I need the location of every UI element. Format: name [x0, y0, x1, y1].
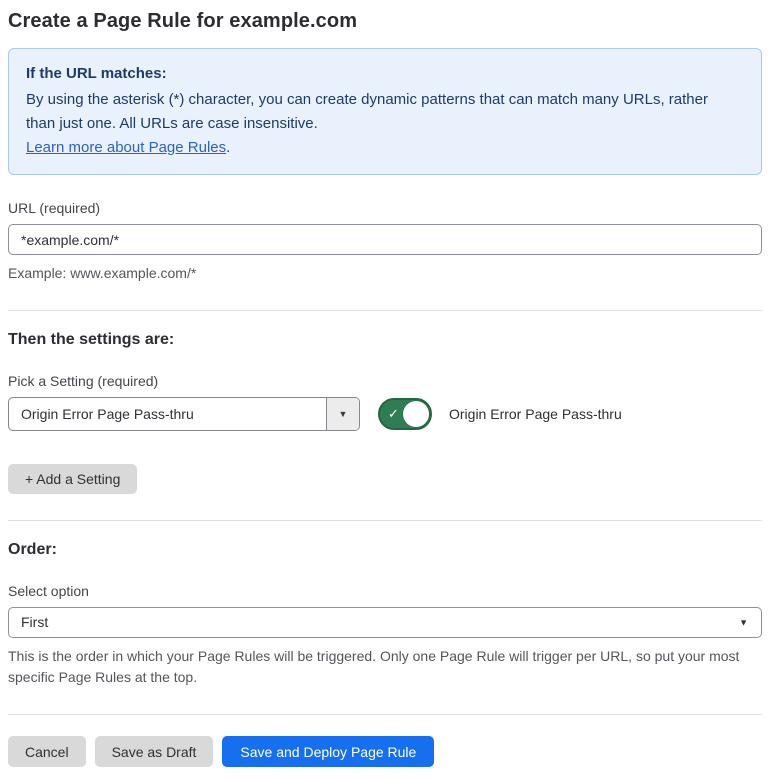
- url-field-group: URL (required) Example: www.example.com/…: [8, 200, 762, 284]
- setting-dropdown-value: Origin Error Page Pass-thru: [21, 406, 194, 422]
- chevron-down-icon: ▼: [739, 617, 748, 627]
- chevron-down-icon: ▼: [338, 408, 348, 419]
- page-title: Create a Page Rule for example.com: [8, 10, 358, 32]
- section-divider: [8, 714, 762, 715]
- select-option-label: Select option: [8, 583, 89, 599]
- setting-row: Origin Error Page Pass-thru ▼ ✓ Origin E…: [8, 397, 762, 431]
- setting-toggle[interactable]: ✓: [378, 398, 432, 430]
- order-section-heading: Order:: [8, 541, 57, 558]
- setting-dropdown[interactable]: Origin Error Page Pass-thru ▼: [8, 397, 360, 431]
- section-divider: [8, 520, 762, 521]
- url-match-info-box: If the URL matches: By using the asteris…: [8, 48, 762, 175]
- cancel-button[interactable]: Cancel: [8, 736, 86, 767]
- add-setting-button[interactable]: + Add a Setting: [8, 464, 138, 494]
- footer-actions: Cancel Save as Draft Save and Deploy Pag…: [8, 736, 762, 767]
- url-label: URL (required): [8, 200, 101, 216]
- dropdown-arrow-button[interactable]: ▼: [326, 398, 359, 430]
- order-select[interactable]: First ▼: [8, 607, 762, 638]
- settings-section-heading: Then the settings are:: [8, 331, 175, 348]
- create-page-rule-form: Create a Page Rule for example.com If th…: [0, 0, 770, 779]
- section-divider: [8, 310, 762, 311]
- order-helper-text: This is the order in which your Page Rul…: [8, 648, 740, 685]
- toggle-knob: [403, 401, 429, 427]
- save-draft-button[interactable]: Save as Draft: [94, 736, 214, 767]
- check-icon: ✓: [388, 406, 399, 421]
- save-deploy-button[interactable]: Save and Deploy Page Rule: [222, 736, 435, 767]
- url-input[interactable]: [8, 224, 762, 255]
- info-box-body: By using the asterisk (*) character, you…: [26, 91, 708, 132]
- url-helper-text: Example: www.example.com/*: [8, 265, 197, 281]
- order-select-value: First: [21, 614, 49, 630]
- info-link-row: Learn more about Page Rules.: [26, 136, 744, 160]
- info-box-heading: If the URL matches:: [26, 65, 167, 82]
- pick-setting-label: Pick a Setting (required): [8, 373, 159, 389]
- link-period-text: .: [226, 139, 231, 156]
- learn-more-link[interactable]: Learn more about Page Rules: [26, 139, 226, 156]
- setting-toggle-label: Origin Error Page Pass-thru: [449, 406, 622, 422]
